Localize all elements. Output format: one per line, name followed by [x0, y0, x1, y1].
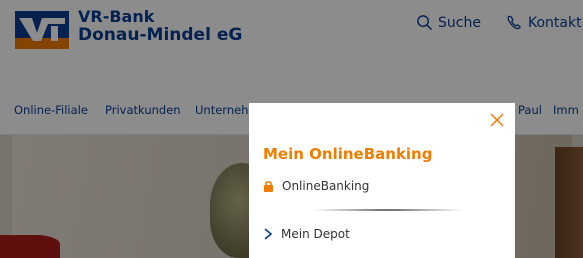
- online-banking-label: OnlineBanking: [282, 179, 370, 193]
- popup-title: Mein OnlineBanking: [263, 145, 433, 163]
- online-banking-popup: Mein OnlineBanking OnlineBanking Mein De…: [249, 103, 515, 258]
- online-banking-link[interactable]: OnlineBanking: [263, 179, 369, 193]
- divider: [313, 209, 463, 211]
- lock-icon: [264, 181, 273, 192]
- depot-link[interactable]: Mein Depot: [263, 227, 350, 241]
- chevron-right-icon: [264, 228, 273, 240]
- close-button[interactable]: [489, 112, 505, 128]
- depot-label: Mein Depot: [281, 227, 350, 241]
- close-icon: [490, 113, 504, 127]
- page: VR-Bank Donau-Mindel eG Suche Kontakt On…: [0, 0, 583, 258]
